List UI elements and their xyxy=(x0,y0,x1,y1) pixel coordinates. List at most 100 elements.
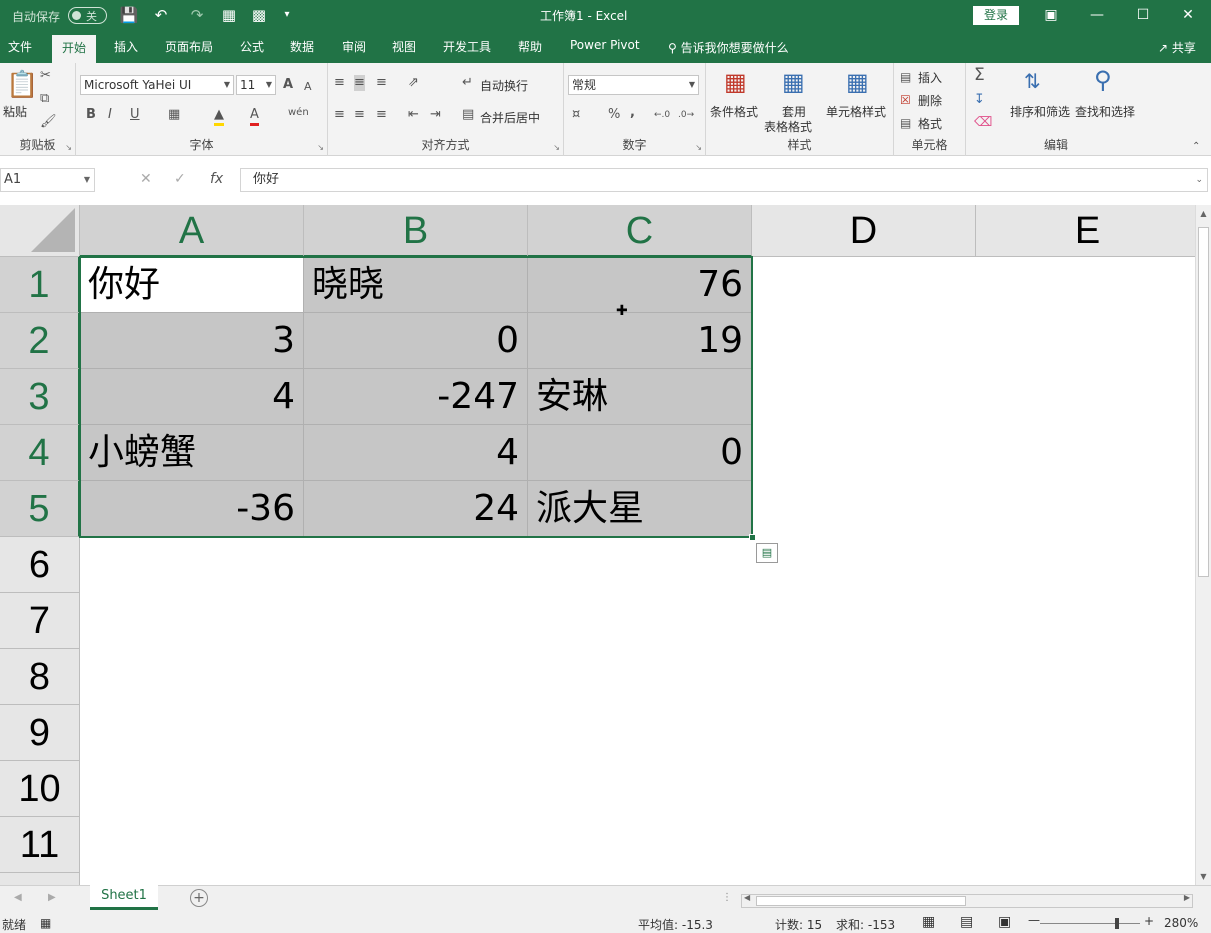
quick-analysis-icon[interactable]: ▤ xyxy=(756,543,778,563)
insert-function-icon[interactable]: fx xyxy=(210,171,223,187)
row-header-7[interactable]: 7 xyxy=(0,593,80,649)
row-header-3[interactable]: 3 xyxy=(0,369,80,425)
format-cells-button[interactable]: 格式 xyxy=(918,115,942,132)
bold-icon[interactable]: B xyxy=(86,107,96,123)
row-header-4[interactable]: 4 xyxy=(0,425,80,481)
copy-icon[interactable]: ⧉ xyxy=(40,91,49,107)
sort-filter-icon[interactable]: ⇅ xyxy=(1024,69,1041,93)
cell-a3[interactable]: 4 xyxy=(80,369,304,425)
tab-file[interactable]: 文件 xyxy=(8,38,32,55)
vertical-scroll-thumb[interactable] xyxy=(1198,227,1209,577)
align-top-icon[interactable]: ≡ xyxy=(334,75,345,91)
tab-formulas[interactable]: 公式 xyxy=(240,38,264,55)
normal-view-icon[interactable]: ▦ xyxy=(922,914,935,930)
formula-input[interactable]: 你好 ⌄ xyxy=(240,168,1208,192)
tab-data[interactable]: 数据 xyxy=(290,38,314,55)
cell-c4[interactable]: 0 xyxy=(528,425,752,481)
dialog-launcher-icon[interactable]: ↘ xyxy=(695,143,702,152)
align-left-icon[interactable]: ≡ xyxy=(334,107,345,123)
increase-indent-icon[interactable]: ⇥ xyxy=(430,107,441,123)
cell-a5[interactable]: -36 xyxy=(80,481,304,537)
login-button[interactable]: 登录 xyxy=(973,6,1019,25)
cell-c3[interactable]: 安琳 xyxy=(528,369,752,425)
insert-cells-button[interactable]: 插入 xyxy=(918,69,942,86)
next-sheet-icon[interactable]: ▶ xyxy=(48,892,56,903)
zoom-slider-knob[interactable] xyxy=(1115,918,1119,929)
format-as-table-icon[interactable]: ▦ xyxy=(782,69,805,95)
undo-icon[interactable]: ↶ xyxy=(150,5,172,25)
zoom-out-icon[interactable]: — xyxy=(1028,913,1040,927)
prev-sheet-icon[interactable]: ◀ xyxy=(14,892,22,903)
cell-c5[interactable]: 派大星 xyxy=(528,481,752,537)
scroll-down-icon[interactable]: ▼ xyxy=(1196,872,1211,881)
row-header-1[interactable]: 1 xyxy=(0,257,80,313)
row-header-10[interactable]: 10 xyxy=(0,761,80,817)
add-sheet-icon[interactable]: + xyxy=(190,889,208,907)
dialog-launcher-icon[interactable]: ↘ xyxy=(65,143,72,152)
maximize-icon[interactable]: ☐ xyxy=(1120,0,1166,31)
tab-view[interactable]: 视图 xyxy=(392,38,416,55)
format-as-table-button-line2[interactable]: 表格格式 xyxy=(764,118,812,135)
format-cells-icon[interactable]: ▤ xyxy=(900,115,911,131)
page-break-view-icon[interactable]: ▣ xyxy=(998,914,1011,930)
column-header-d[interactable]: D xyxy=(752,205,976,257)
zoom-slider[interactable] xyxy=(1040,923,1140,924)
insert-cells-icon[interactable]: ▤ xyxy=(900,69,911,85)
column-header-e[interactable]: E xyxy=(976,205,1195,257)
phonetic-icon[interactable]: wén xyxy=(288,105,309,121)
percent-icon[interactable]: % xyxy=(608,107,620,123)
vertical-scrollbar[interactable]: ▲ ▼ xyxy=(1195,205,1211,885)
sheet-tab-sheet1[interactable]: Sheet1 xyxy=(90,885,158,910)
tell-me-search[interactable]: ⚲ 告诉我你想要做什么 xyxy=(668,39,789,56)
save-icon[interactable]: 💾 xyxy=(118,5,140,25)
minimize-icon[interactable]: — xyxy=(1074,0,1120,31)
autosave-toggle[interactable]: 关 xyxy=(68,7,107,24)
cell-c1[interactable]: 76 xyxy=(528,257,752,313)
cell-b3[interactable]: -247 xyxy=(304,369,528,425)
tab-developer[interactable]: 开发工具 xyxy=(443,38,491,55)
shrink-font-icon[interactable]: A xyxy=(304,79,312,95)
align-right-icon[interactable]: ≡ xyxy=(376,107,387,123)
select-all-button[interactable] xyxy=(0,205,80,257)
tab-power-pivot[interactable]: Power Pivot xyxy=(570,38,640,52)
cell-b1[interactable]: 晓晓 xyxy=(304,257,528,313)
horizontal-scroll-thumb[interactable] xyxy=(756,896,966,906)
row-header-9[interactable]: 9 xyxy=(0,705,80,761)
row-header-11[interactable]: 11 xyxy=(0,817,80,873)
column-header-a[interactable]: A xyxy=(80,205,304,257)
close-icon[interactable]: ✕ xyxy=(1165,0,1211,31)
cell-styles-button[interactable]: 单元格样式 xyxy=(826,103,886,120)
wrap-text-button[interactable]: 自动换行 xyxy=(480,77,528,94)
row-header-5[interactable]: 5 xyxy=(0,481,80,537)
fill-icon[interactable]: ↧ xyxy=(974,92,985,108)
orientation-icon[interactable]: ⇗ xyxy=(408,75,419,91)
number-format-select[interactable]: 常规 ▼ xyxy=(568,75,699,95)
dialog-launcher-icon[interactable]: ↘ xyxy=(553,143,560,152)
borders-icon[interactable]: ▦ xyxy=(168,107,180,123)
font-size-select[interactable]: 11 ▼ xyxy=(236,75,276,95)
enter-icon[interactable]: ✓ xyxy=(174,171,186,187)
paste-button[interactable]: 粘贴 xyxy=(3,103,27,120)
increase-decimal-icon[interactable]: ←.0 xyxy=(654,107,670,123)
decrease-indent-icon[interactable]: ⇤ xyxy=(408,107,419,123)
cell-a4[interactable]: 小螃蟹 xyxy=(80,425,304,481)
paste-icon[interactable]: 📋 xyxy=(6,71,38,99)
format-painter-icon[interactable]: 🖌 xyxy=(40,114,57,130)
page-layout-view-icon[interactable]: ▤ xyxy=(960,914,973,930)
tab-review[interactable]: 审阅 xyxy=(342,38,366,55)
grow-font-icon[interactable]: A xyxy=(283,77,293,93)
conditional-format-button[interactable]: 条件格式 xyxy=(710,103,758,120)
cell-styles-icon[interactable]: ▦ xyxy=(846,69,869,95)
cell-a1[interactable]: 你好 xyxy=(80,257,304,313)
sort-filter-button[interactable]: 排序和筛选 xyxy=(1010,103,1070,120)
worksheet-grid[interactable]: A B C D E 1 2 3 4 5 6 7 8 9 10 11 你好 晓晓 … xyxy=(0,205,1195,885)
delete-cells-icon[interactable]: ☒ xyxy=(900,92,911,108)
comma-icon[interactable]: , xyxy=(630,105,635,121)
decrease-decimal-icon[interactable]: .0→ xyxy=(678,107,694,123)
horizontal-scrollbar[interactable]: ◀ ▶ xyxy=(741,893,1193,908)
row-header-8[interactable]: 8 xyxy=(0,649,80,705)
collapse-ribbon-icon[interactable]: ⌃ xyxy=(1192,139,1200,155)
tab-insert[interactable]: 插入 xyxy=(114,38,138,55)
row-header-6[interactable]: 6 xyxy=(0,537,80,593)
currency-icon[interactable]: ¤ xyxy=(572,107,580,123)
